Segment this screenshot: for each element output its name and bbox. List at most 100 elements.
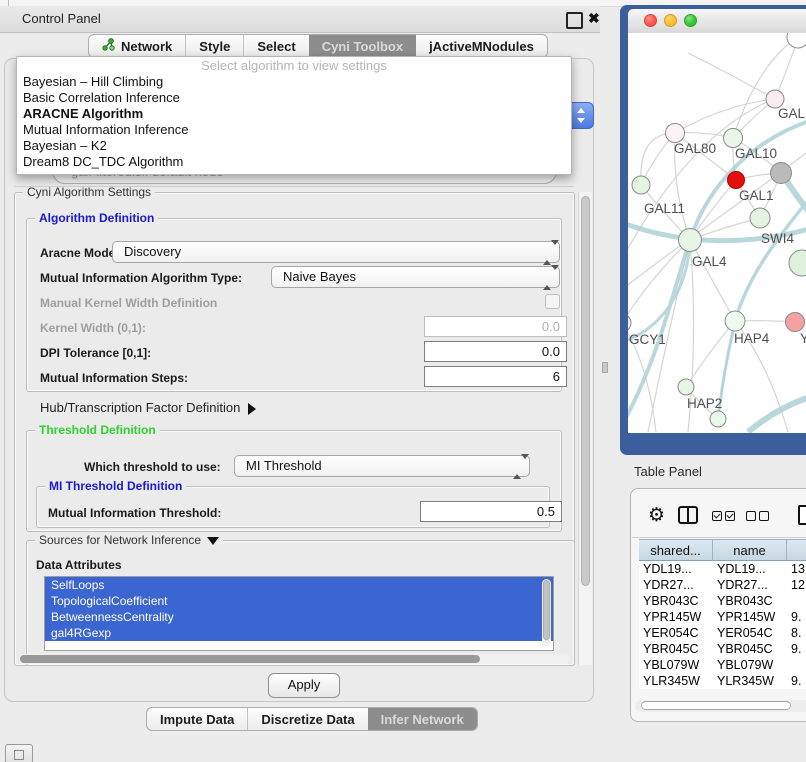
column-header-shared[interactable]: shared... (639, 539, 713, 561)
node-label: SWI4 (761, 231, 794, 246)
float-window-icon[interactable] (566, 12, 583, 29)
tab-network[interactable]: Network (89, 35, 185, 57)
file-icon[interactable] (798, 505, 806, 525)
mi-algorithm-type-combo[interactable]: Naive Bayes (271, 266, 560, 288)
network-node[interactable] (786, 313, 805, 332)
control-panel-title: Control Panel (22, 6, 101, 32)
combo-up-arrow-icon (577, 108, 585, 113)
tab-impute-data[interactable]: Impute Data (147, 708, 247, 730)
list-vertical-scrollbar[interactable] (542, 579, 551, 646)
apply-button[interactable]: Apply (268, 673, 340, 698)
network-icon (102, 38, 115, 54)
tab-cyni-toolbox[interactable]: Cyni Toolbox (309, 35, 416, 57)
tab-discretize-data[interactable]: Discretize Data (247, 708, 367, 730)
column-header-partial[interactable] (787, 539, 806, 561)
window-close-button[interactable] (644, 14, 657, 27)
node-label: HAP4 (734, 331, 770, 346)
network-node[interactable] (679, 229, 702, 252)
list-item-selected[interactable]: BetweennessCentrality (45, 609, 553, 625)
mi-threshold-field[interactable]: 0.5 (420, 501, 562, 522)
threshold-definition-title: Threshold Definition (35, 423, 160, 437)
aracne-mode-label: Aracne Mode: (40, 246, 119, 260)
mi-steps-label: Mutual Information Steps: (40, 371, 188, 385)
gear-icon[interactable]: ⚙ (648, 502, 665, 528)
network-node[interactable] (678, 379, 694, 395)
network-canvas[interactable]: GAL GAL80 GAL10 GAL1 GAL11 SWI4 GAL4 GCY… (628, 33, 806, 433)
scrollbar-thumb[interactable] (543, 580, 550, 640)
window-zoom-button[interactable] (684, 14, 697, 27)
dropdown-item[interactable]: Mutual Information Inference (17, 122, 571, 138)
expand-arrow-icon (248, 403, 256, 415)
scrollbar-thumb[interactable] (581, 196, 590, 586)
combo-stepper-icon (543, 245, 552, 260)
collapse-arrow-icon (207, 537, 219, 545)
combo-down-arrow-icon (577, 118, 585, 123)
algorithm-definition-title: Algorithm Definition (35, 211, 158, 225)
node-label: GAL (778, 106, 806, 121)
network-node[interactable] (628, 314, 631, 332)
deselect-all-icon[interactable] (759, 511, 769, 521)
columns-icon[interactable] (678, 506, 698, 524)
network-window-titlebar[interactable] (628, 9, 806, 34)
network-node-labels: GAL GAL80 GAL10 GAL1 GAL11 SWI4 GAL4 GCY… (629, 106, 806, 411)
settings-horizontal-scrollbar[interactable] (18, 654, 570, 664)
close-icon[interactable]: ✖ (588, 8, 600, 28)
which-threshold-combo[interactable]: MI Threshold (234, 455, 530, 477)
algorithm-combo-button[interactable] (570, 102, 594, 129)
window-minimize-button[interactable] (664, 14, 677, 27)
list-item-selected[interactable]: SelfLoops (45, 577, 553, 593)
mi-threshold-label: Mutual Information Threshold: (48, 506, 221, 520)
scrollbar-thumb[interactable] (20, 655, 480, 663)
network-node[interactable] (787, 33, 806, 48)
network-node[interactable] (725, 311, 745, 331)
dropdown-item[interactable]: Dream8 DC_TDC Algorithm (17, 154, 571, 170)
network-node-selected[interactable] (728, 172, 745, 189)
list-item-selected[interactable]: gal4RGexp (45, 625, 553, 641)
tab-jactivemnodules[interactable]: jActiveMNodules (416, 35, 547, 57)
dropdown-item[interactable]: Basic Correlation Inference (17, 90, 571, 106)
aracne-mode-combo[interactable]: Discovery (112, 241, 560, 263)
select-all-icon[interactable] (712, 511, 722, 521)
network-node[interactable] (771, 163, 792, 184)
network-graph: GAL GAL80 GAL10 GAL1 GAL11 SWI4 GAL4 GCY… (628, 33, 806, 433)
hub-definition-toggle[interactable]: Hub/Transcription Factor Definition (40, 400, 256, 415)
manual-kernel-width-label: Manual Kernel Width Definition (40, 296, 217, 310)
select-all-icon[interactable] (725, 511, 735, 521)
deselect-all-icon[interactable] (746, 511, 756, 521)
kernel-width-field[interactable]: 0.0 (424, 316, 567, 337)
tab-infer-network[interactable]: Infer Network (368, 708, 477, 730)
which-threshold-label: Which threshold to use: (84, 460, 221, 474)
scrollbar-thumb[interactable] (641, 701, 791, 710)
settings-vertical-scrollbar[interactable] (578, 192, 592, 665)
column-header-name[interactable]: name (713, 539, 787, 561)
sources-title[interactable]: Sources for Network Inference (35, 533, 223, 547)
which-threshold-value: MI Threshold (246, 456, 322, 476)
network-node[interactable] (632, 176, 650, 194)
panel-divider-grip[interactable] (602, 362, 608, 373)
manual-kernel-width-checkbox[interactable] (545, 294, 560, 309)
network-view-window: GAL GAL80 GAL10 GAL1 GAL11 SWI4 GAL4 GCY… (620, 5, 806, 455)
dropdown-item-selected[interactable]: ARACNE Algorithm (17, 106, 571, 122)
network-node[interactable] (789, 250, 806, 276)
node-label: HAP2 (687, 396, 722, 411)
list-item-selected[interactable]: TopologicalCoefficient (45, 593, 553, 609)
dpi-tolerance-field[interactable]: 0.0 (424, 341, 567, 362)
table-header: shared... name (639, 539, 806, 561)
network-node[interactable] (750, 208, 770, 228)
tab-select[interactable]: Select (243, 35, 308, 57)
network-node[interactable] (724, 129, 743, 148)
mi-steps-field[interactable]: 6 (424, 366, 567, 387)
panel-corner-button[interactable] (5, 744, 33, 762)
dropdown-item[interactable]: Bayesian – Hill Climbing (17, 74, 571, 90)
network-node[interactable] (666, 124, 685, 143)
mi-threshold-definition-title: MI Threshold Definition (45, 479, 186, 493)
control-panel-tabbar: Network Style Select Cyni Toolbox jActiv… (88, 34, 548, 58)
tab-network-label: Network (121, 39, 172, 54)
tab-style[interactable]: Style (185, 35, 243, 57)
cyni-algorithm-settings-title: Cyni Algorithm Settings (23, 185, 155, 199)
network-node[interactable] (710, 411, 726, 427)
table-horizontal-scrollbar[interactable] (635, 700, 806, 712)
kernel-width-label: Kernel Width (0,1): (40, 321, 146, 335)
data-attributes-list[interactable]: SelfLoops TopologicalCoefficient Between… (44, 576, 554, 651)
dropdown-item[interactable]: Bayesian – K2 (17, 138, 571, 154)
